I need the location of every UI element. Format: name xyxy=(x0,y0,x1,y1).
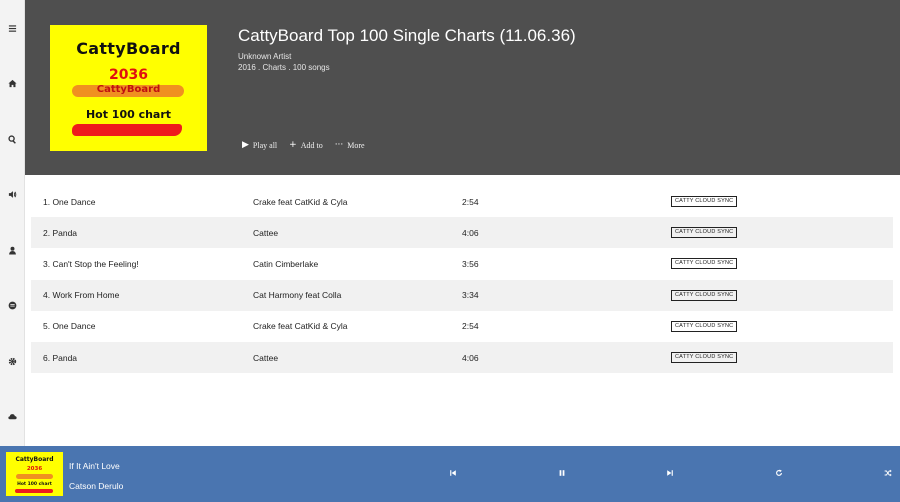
mini-cover-brand: CattyBoard xyxy=(15,456,54,463)
sync-badge-cell: CATTY CLOUD SYNC xyxy=(671,311,738,342)
cover-brand: CattyBoard xyxy=(76,39,181,58)
cover-chart-label: Hot 100 chart xyxy=(85,108,172,121)
user-icon[interactable] xyxy=(6,244,19,257)
more-button[interactable]: ··· More xyxy=(335,140,365,150)
now-playing-artist[interactable]: Catson Derulo xyxy=(69,481,123,491)
table-row[interactable]: 6. Panda Cattee 4:06 CATTY CLOUD SYNC xyxy=(31,341,893,374)
track-list: 1. One Dance Crake feat CatKid & Cyla 2:… xyxy=(31,186,893,374)
album-artist: Unknown Artist xyxy=(238,52,292,61)
track-name: 4. Work From Home xyxy=(43,290,120,301)
mini-cover-year: 2036 xyxy=(26,466,43,472)
pause-icon[interactable] xyxy=(557,468,567,478)
now-playing-title[interactable]: If It Ain't Love xyxy=(69,461,120,471)
album-cover: CattyBoard 2036 CattyBoard Hot 100 chart xyxy=(50,25,207,151)
track-duration: 4:06 xyxy=(462,227,479,238)
home-icon[interactable] xyxy=(6,77,19,90)
album-header: CattyBoard 2036 CattyBoard Hot 100 chart… xyxy=(25,0,900,175)
track-artist[interactable]: Cattee xyxy=(253,342,278,373)
track-duration: 3:34 xyxy=(462,290,479,301)
track-artist[interactable]: Cat Harmony feat Colla xyxy=(253,280,341,311)
sync-badge: CATTY CLOUD SYNC xyxy=(671,320,738,332)
sync-badge-cell: CATTY CLOUD SYNC xyxy=(671,186,738,217)
sync-badge: CATTY CLOUD SYNC xyxy=(671,289,738,301)
cloud-icon[interactable] xyxy=(6,410,19,423)
track-duration: 2:54 xyxy=(462,321,479,332)
table-row[interactable]: 2. Panda Cattee 4:06 CATTY CLOUD SYNC xyxy=(31,217,893,249)
cover-year: 2036 xyxy=(109,67,148,83)
table-row[interactable]: 1. One Dance Crake feat CatKid & Cyla 2:… xyxy=(31,186,893,217)
track-duration: 4:06 xyxy=(462,352,479,363)
music-app: CattyBoard 2036 CattyBoard Hot 100 chart… xyxy=(0,0,900,502)
album-meta: 2016 . Charts . 100 songs xyxy=(238,63,330,72)
menu-icon[interactable] xyxy=(6,22,19,35)
table-row[interactable]: 3. Can't Stop the Feeling! Catin Cimberl… xyxy=(31,248,893,279)
track-name: 3. Can't Stop the Feeling! xyxy=(43,258,139,269)
cover-stroke xyxy=(72,124,182,136)
track-name: 2. Panda xyxy=(43,227,78,238)
more-label: More xyxy=(347,140,365,150)
track-artist[interactable]: Crake feat CatKid & Cyla xyxy=(253,311,347,342)
track-artist[interactable]: Cattee xyxy=(253,217,278,248)
cover-subtitle: CattyBoard xyxy=(96,84,161,95)
plus-icon: + xyxy=(289,140,297,150)
play-all-button[interactable]: ▶ Play all xyxy=(242,140,277,150)
sync-badge: CATTY CLOUD SYNC xyxy=(671,258,738,270)
add-to-label: Add to xyxy=(300,140,323,150)
table-row[interactable]: 4. Work From Home Cat Harmony feat Colla… xyxy=(31,279,893,311)
shuffle-icon[interactable] xyxy=(883,468,893,478)
sync-badge: CATTY CLOUD SYNC xyxy=(671,196,738,208)
track-artist[interactable]: Catin Cimberlake xyxy=(253,248,318,279)
track-duration: 2:54 xyxy=(462,196,479,207)
album-actions: ▶ Play all + Add to ··· More xyxy=(242,140,365,150)
sync-badge-cell: CATTY CLOUD SYNC xyxy=(671,280,738,311)
repeat-icon[interactable] xyxy=(774,468,784,478)
search-icon[interactable] xyxy=(6,133,19,146)
now-playing-cover[interactable]: CattyBoard 2036 Hot 100 chart xyxy=(6,452,63,496)
track-duration: 3:56 xyxy=(462,258,479,269)
mini-cover-stroke xyxy=(15,489,53,493)
play-all-label: Play all xyxy=(252,140,278,150)
next-icon[interactable] xyxy=(665,468,675,478)
previous-icon[interactable] xyxy=(448,468,458,478)
mini-cover-band xyxy=(16,474,53,479)
gear-icon[interactable] xyxy=(6,355,19,368)
volume-icon[interactable] xyxy=(6,188,19,201)
table-row[interactable]: 5. One Dance Crake feat CatKid & Cyla 2:… xyxy=(31,311,893,342)
more-icon: ··· xyxy=(334,140,344,150)
sync-badge: CATTY CLOUD SYNC xyxy=(671,352,738,364)
sync-badge-cell: CATTY CLOUD SYNC xyxy=(671,342,738,373)
mini-cover-chart-label: Hot 100 chart xyxy=(17,482,52,487)
track-artist[interactable]: Crake feat CatKid & Cyla xyxy=(253,186,347,217)
list-icon[interactable] xyxy=(6,299,19,312)
add-to-button[interactable]: + Add to xyxy=(289,140,323,150)
track-name: 1. One Dance xyxy=(43,196,96,207)
track-name: 6. Panda xyxy=(43,352,78,363)
album-title: CattyBoard Top 100 Single Charts (11.06.… xyxy=(238,26,576,45)
sync-badge: CATTY CLOUD SYNC xyxy=(671,227,738,239)
play-icon: ▶ xyxy=(242,140,249,150)
sync-badge-cell: CATTY CLOUD SYNC xyxy=(671,217,738,248)
track-name: 5. One Dance xyxy=(43,321,96,332)
sync-badge-cell: CATTY CLOUD SYNC xyxy=(671,248,738,279)
sidebar xyxy=(0,0,25,446)
